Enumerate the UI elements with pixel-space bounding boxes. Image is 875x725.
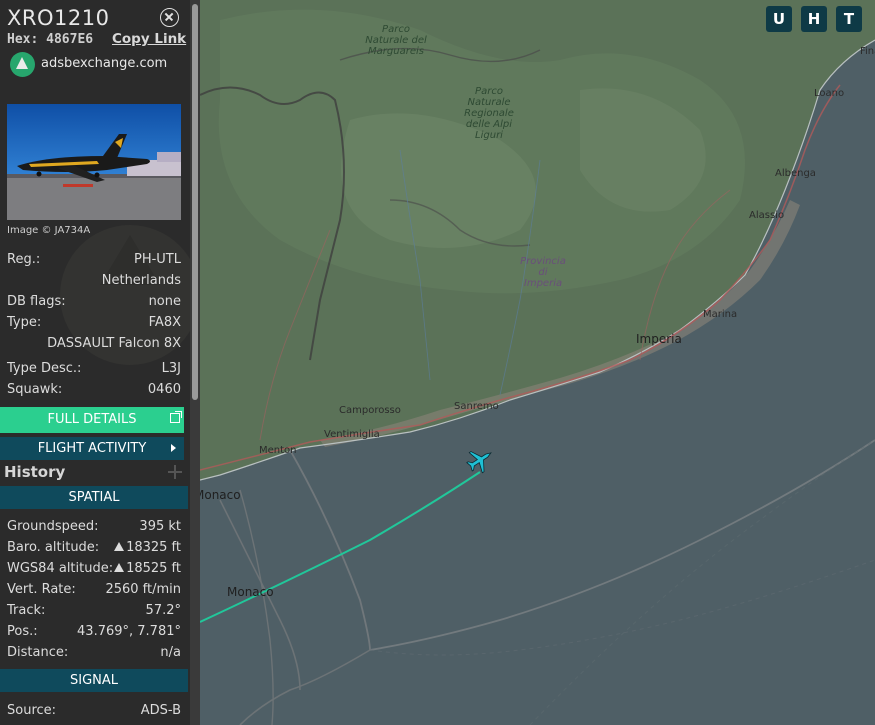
typedesc-label: Type Desc.: [7,361,82,376]
position-label: Pos.: [7,624,38,639]
wgs84-altitude-label: WGS84 altitude: [7,561,114,576]
map-label-menton: Menton [259,445,297,456]
flight-activity-label: FLIGHT ACTIVITY [37,441,147,456]
hex-value: 4867E6 [46,32,94,47]
full-details-label: FULL DETAILS [47,412,137,427]
close-icon[interactable] [160,8,179,27]
track-label: Track: [7,603,46,618]
flight-activity-button[interactable]: FLIGHT ACTIVITY [0,437,184,460]
expand-plus-icon[interactable] [168,465,182,479]
distance-label: Distance: [7,645,69,660]
hex-line: Hex: 4867E6 [7,32,93,47]
callsign-title: XRO1210 [7,6,110,30]
type-name-value: DASSAULT Falcon 8X [47,336,181,351]
aircraft-info-panel: XRO1210 Hex: 4867E6 Copy Link adsbexchan… [0,0,200,725]
map-label-monaco-sea: Monaco [227,585,274,599]
baro-altitude: 18325 ft [114,540,181,555]
climbing-arrow-icon [114,542,125,551]
country-value: Netherlands [101,273,181,288]
layer-button-u[interactable]: U [766,6,792,32]
baro-altitude-label: Baro. altitude: [7,540,100,555]
groundspeed-value: 395 kt [139,519,181,534]
layer-button-t[interactable]: T [836,6,862,32]
map-label-finale: Fina [860,46,875,57]
reg-value: PH-UTL [133,252,181,267]
vert-rate-label: Vert. Rate: [7,582,76,597]
dbflags-label: DB flags: [7,294,66,309]
hex-label: Hex: [7,32,39,47]
reg-label: Reg.: [7,252,41,267]
aircraft-photo[interactable] [7,104,181,220]
map-label-provincia-imperia: Provincia di Imperia [520,256,566,289]
full-details-button[interactable]: FULL DETAILS [0,407,184,433]
map-label-parco-marguareis: Parco Naturale del Marguareis [365,24,427,57]
spatial-section-header[interactable]: SPATIAL [0,486,188,509]
map-label-monaco: Monaco [200,488,241,502]
map-label-alassio: Alassio [749,210,785,221]
wgs84-altitude: 18525 ft [114,561,181,576]
squawk-label: Squawk: [7,382,63,397]
distance-value: n/a [160,645,181,660]
chevron-right-icon [171,444,176,452]
baro-altitude-value: 18325 ft [126,540,181,555]
type-value: FA8X [148,315,181,330]
sidebar-scrollbar[interactable] [190,0,200,725]
vert-rate-value: 2560 ft/min [105,582,181,597]
climbing-arrow-icon [114,563,125,572]
wgs84-altitude-value: 18525 ft [126,561,181,576]
adsbexchange-link[interactable]: adsbexchange.com [41,56,167,71]
source-label: Source: [7,703,57,718]
map-label-loano: Loano [814,88,845,99]
map-label-ventimiglia: Ventimiglia [324,429,380,440]
layer-button-h[interactable]: H [801,6,827,32]
groundspeed-label: Groundspeed: [7,519,99,534]
map-view[interactable]: Parco Naturale del Marguareis Parco Natu… [200,0,875,725]
map-label-sanremo: Sanremo [454,401,499,412]
history-title: History [4,463,66,481]
adsbexchange-logo-icon[interactable] [10,52,35,77]
map-label-marina: Marina [703,309,738,320]
aircraft-marker-icon[interactable] [464,444,496,476]
external-link-icon [170,411,182,423]
map-canvas[interactable] [200,0,875,725]
dbflags-value: none [148,294,181,309]
map-label-imperia: Imperia [636,332,682,346]
map-label-parco-alpi-liguri: Parco Naturale Regionale delle Alpi Ligu… [464,86,514,141]
signal-section-header[interactable]: SIGNAL [0,669,188,692]
typedesc-value: L3J [161,361,181,376]
track-value: 57.2° [145,603,181,618]
position-value: 43.769°, 7.781° [77,624,181,639]
type-label: Type: [7,315,42,330]
map-label-albenga: Albenga [775,168,816,179]
source-value: ADS-B [140,703,181,718]
squawk-value: 0460 [147,382,181,397]
map-label-camporosso: Camporosso [339,405,401,416]
copy-link[interactable]: Copy Link [112,31,186,47]
scrollbar-thumb[interactable] [192,4,198,400]
